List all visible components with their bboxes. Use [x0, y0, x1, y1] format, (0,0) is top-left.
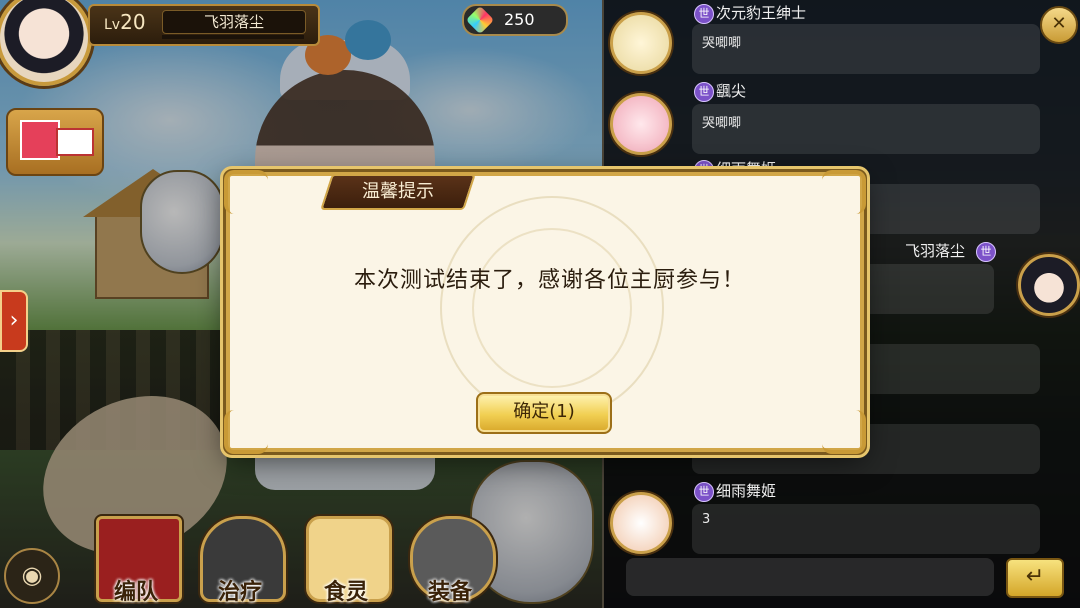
exp-bar [162, 35, 304, 39]
player-level: Lv20 [104, 10, 146, 34]
confirm-button[interactable]: 确定(1) [476, 392, 612, 434]
world-channel-tag: 世 [694, 4, 714, 24]
chat-bubble: 哭唧唧 [692, 104, 1040, 154]
close-icon[interactable]: ✕ [1040, 6, 1078, 44]
menu-equip-label: 装备 [427, 580, 472, 605]
player-name: 飞羽落尘 [162, 10, 306, 34]
menu-spirit-button[interactable]: 食灵 [302, 516, 392, 608]
chat-avatar-self[interactable] [1018, 254, 1080, 316]
chat-sender-name: 颻尖 [716, 82, 747, 100]
world-channel-tag: 世 [976, 242, 996, 262]
chat-sender-name: 飞羽落尘 [905, 242, 966, 260]
menu-spirit-label: 食灵 [323, 580, 368, 605]
chat-avatar[interactable] [610, 93, 672, 155]
menu-equip-button[interactable]: 装备 [406, 516, 496, 608]
chat-bubble: 3 [692, 504, 1040, 554]
chat-bubble: 哭唧唧 [692, 24, 1040, 74]
dialog-title: 温馨提示 [362, 181, 434, 202]
chat-avatar[interactable] [610, 492, 672, 554]
magic-circle-decoration [440, 196, 664, 420]
chat-input[interactable] [626, 558, 994, 596]
notice-dialog: 温馨提示 本次测试结束了，感谢各位主厨参与！ 确定(1) [224, 170, 866, 454]
menu-heal-label: 治疗 [217, 580, 262, 605]
gem-value: 250 [504, 10, 535, 29]
gem-counter[interactable]: 250 [462, 4, 568, 36]
gift-mail-icon[interactable] [6, 108, 104, 176]
corner-ornament [822, 410, 866, 454]
gem-icon [465, 5, 495, 35]
corner-ornament [224, 410, 268, 454]
corner-ornament [822, 170, 866, 214]
dialog-message: 本次测试结束了，感谢各位主厨参与！ [354, 268, 746, 293]
menu-team-label: 编队 [113, 580, 158, 605]
chat-avatar[interactable] [610, 12, 672, 74]
player-info-bar: Lv20 飞羽落尘 [88, 4, 320, 46]
enter-icon[interactable]: ↵ [1006, 558, 1064, 598]
eye-icon[interactable]: ◉ [4, 548, 60, 604]
menu-team-button[interactable]: 编队 [92, 516, 182, 608]
chat-sender-name: 次元豹王绅士 [716, 4, 807, 22]
corner-ornament [224, 170, 268, 214]
chevron-right-icon[interactable]: › [0, 290, 28, 352]
chat-sender-name: 细雨舞姬 [716, 482, 777, 500]
world-channel-tag: 世 [694, 82, 714, 102]
menu-heal-button[interactable]: 治疗 [196, 516, 286, 608]
world-channel-tag: 世 [694, 482, 714, 502]
